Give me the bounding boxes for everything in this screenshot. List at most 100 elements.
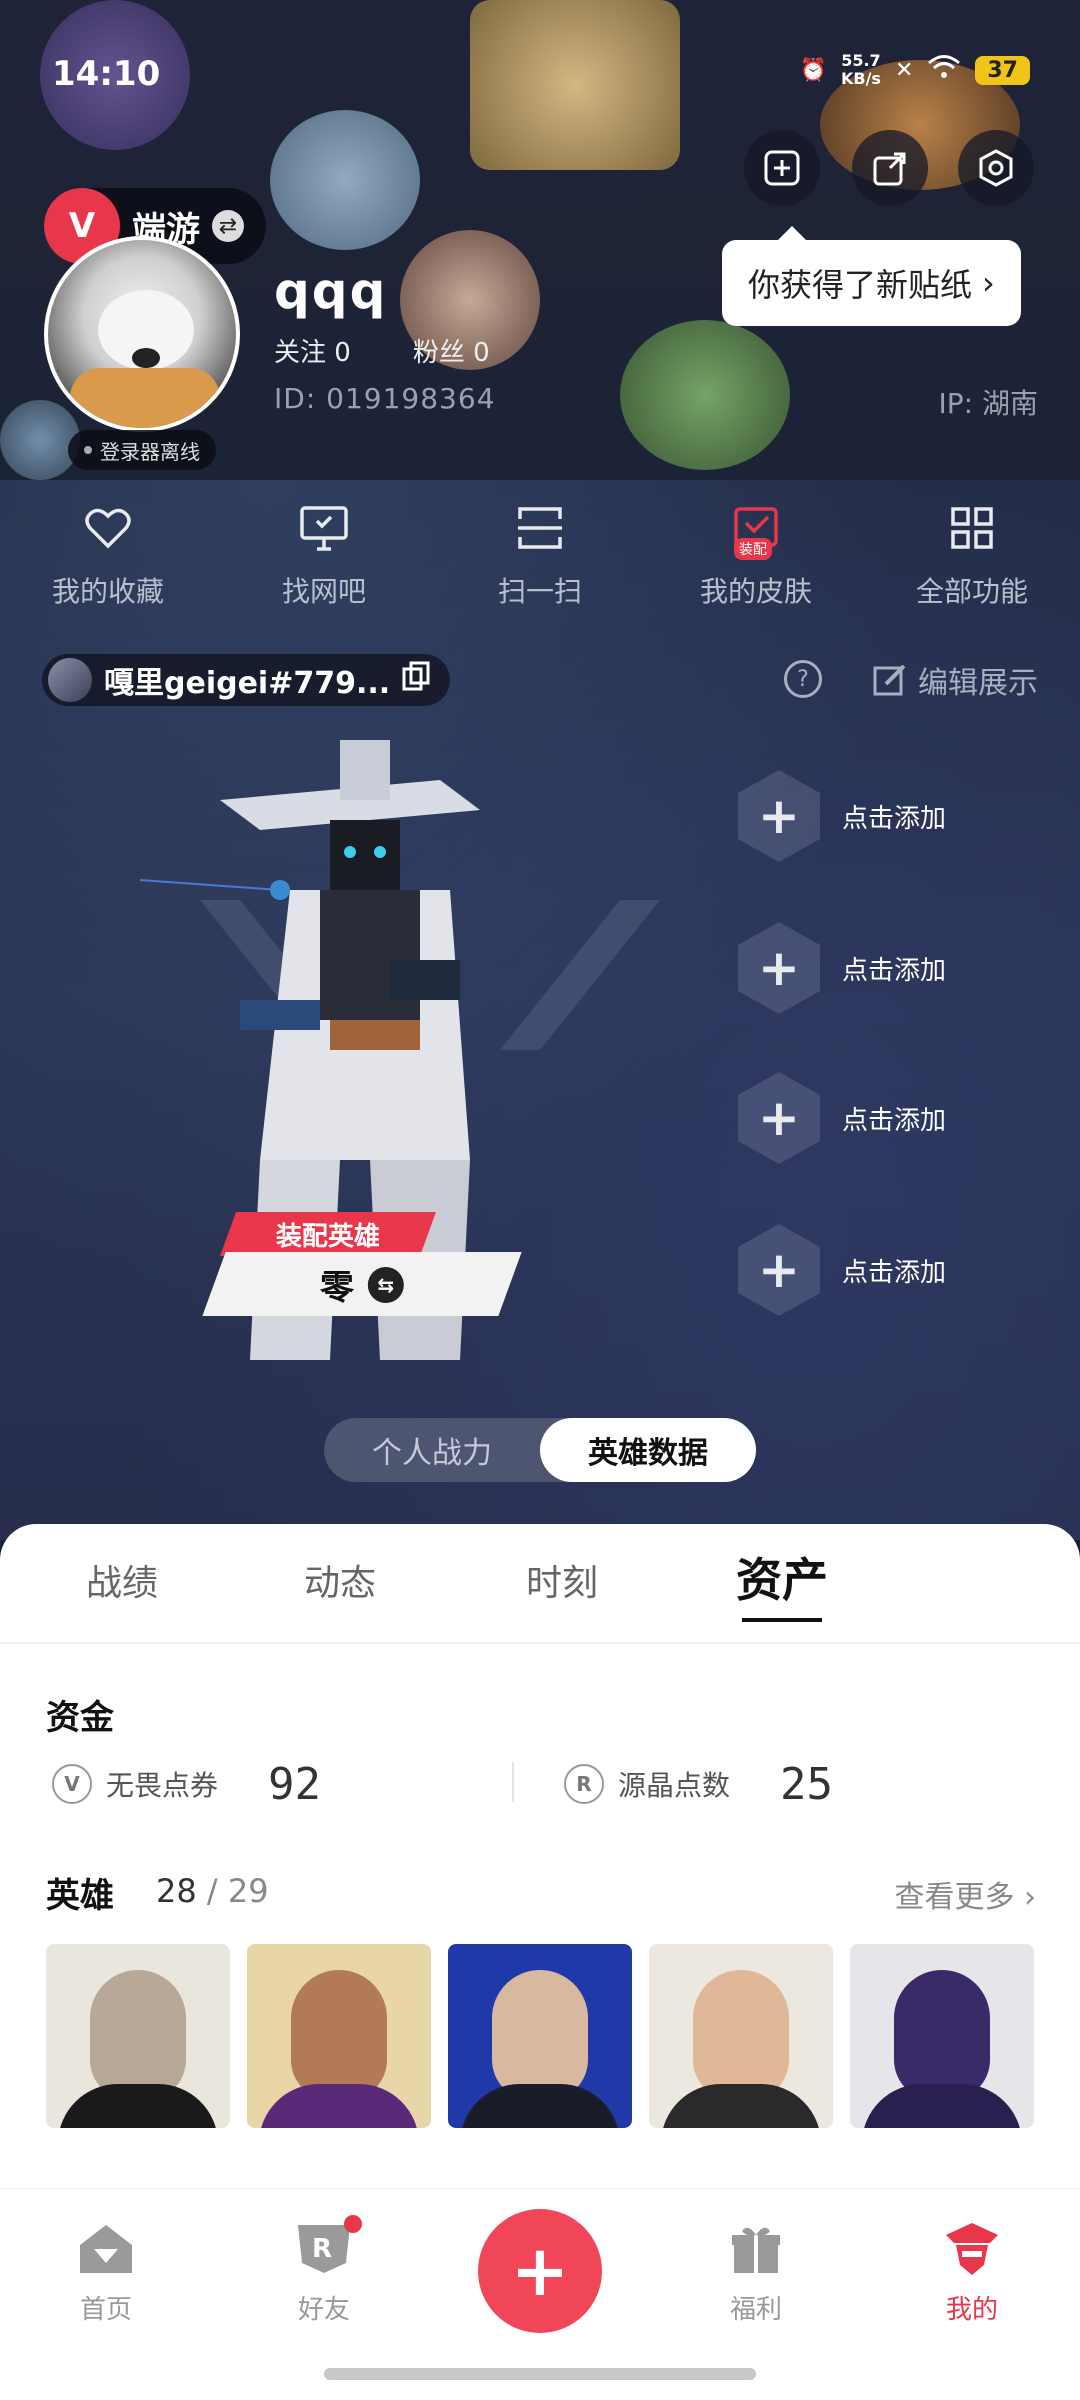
equip-badge: 装配 — [734, 538, 772, 560]
fund-label: 无畏点券 — [106, 1769, 219, 1802]
net-speed-value: 55.7 — [841, 51, 881, 70]
ip-value: 湖南 — [981, 387, 1038, 420]
add-icon: + — [738, 770, 820, 862]
quick-action-find-netcafe[interactable]: 找网吧 — [216, 500, 432, 630]
nav-home[interactable]: 首页 — [46, 2219, 166, 2326]
sticker-edit-button[interactable] — [744, 130, 820, 206]
tab-record[interactable]: 战绩 — [86, 1554, 158, 1606]
add-display-slot[interactable]: + 点击添加 — [738, 1220, 1078, 1320]
nav-label: 首页 — [79, 2295, 132, 2325]
heroes-count: 28 / 29 — [156, 1872, 269, 1910]
fund-divider — [512, 1762, 514, 1802]
toggle-personal-power[interactable]: 个人战力 — [324, 1418, 540, 1482]
fund-radianite-points: R 源晶点数 25 — [564, 1754, 833, 1814]
heroes-total: 29 — [227, 1872, 269, 1910]
quick-action-label: 扫一扫 — [497, 575, 582, 608]
add-icon: + — [738, 1072, 820, 1164]
edit-display-button[interactable]: 编辑展示 — [872, 658, 1038, 702]
hero-card[interactable] — [649, 1944, 833, 2128]
copy-icon[interactable] — [402, 661, 430, 699]
quick-action-all-features[interactable]: 全部功能 — [864, 500, 1080, 630]
heroes-count-separator: / — [206, 1872, 228, 1910]
status-bar: 14:10 ⏰ 55.7 KB/s ✕ 37 — [0, 40, 1080, 100]
hero-card[interactable] — [247, 1944, 431, 2128]
add-display-slot[interactable]: + 点击添加 — [738, 1068, 1078, 1168]
nav-friends[interactable]: R 好友 — [264, 2215, 384, 2326]
scan-icon — [512, 500, 568, 556]
quick-actions: 我的收藏 找网吧 扫一扫 装配 我的皮肤 全部功能 — [0, 500, 1080, 630]
toggle-hero-data[interactable]: 英雄数据 — [540, 1418, 756, 1482]
chevron-right-icon: › — [982, 264, 995, 302]
edit-display-label: 编辑展示 — [918, 666, 1038, 701]
tab-activity[interactable]: 动态 — [304, 1554, 376, 1606]
new-sticker-tooltip[interactable]: 你获得了新贴纸 › — [722, 226, 1021, 326]
see-more-heroes-link[interactable]: 查看更多 › — [894, 1872, 1036, 1916]
battery-indicator: 37 — [975, 55, 1030, 85]
heroes-owned: 28 — [156, 1872, 197, 1910]
svg-text:R: R — [312, 2234, 332, 2264]
hero-card[interactable] — [448, 1944, 632, 2128]
equipped-agent-name: 零 — [320, 1267, 354, 1308]
swap-agent-icon: ⇆ — [368, 1266, 404, 1302]
add-icon: + — [738, 1224, 820, 1316]
add-display-slot[interactable]: + 点击添加 — [738, 918, 1078, 1018]
quick-action-label: 我的皮肤 — [699, 575, 812, 608]
help-icon[interactable]: ? — [784, 660, 822, 698]
quick-action-my-skins[interactable]: 装配 我的皮肤 — [648, 500, 864, 630]
wifi-icon — [927, 54, 961, 86]
kayo-portrait — [894, 1970, 990, 2100]
add-slot-label: 点击添加 — [842, 803, 947, 834]
quick-action-favorites[interactable]: 我的收藏 — [0, 500, 216, 630]
nav-profile[interactable]: 我的 — [912, 2219, 1032, 2326]
fund-value: 92 — [268, 1758, 321, 1810]
hero-card[interactable] — [850, 1944, 1034, 2128]
followers-stat[interactable]: 粉丝 0 — [413, 332, 490, 369]
username: qqq — [274, 262, 388, 320]
active-tab-indicator — [742, 1618, 822, 1622]
riot-id-chip[interactable]: 嘎里geigei#779... — [42, 654, 451, 706]
viper-portrait — [90, 1970, 186, 2100]
login-status-badge: 登录器离线 — [68, 430, 216, 470]
following-stat[interactable]: 关注 0 — [274, 332, 351, 369]
hero-shoulders — [58, 2084, 218, 2128]
followers-label: 粉丝 — [412, 338, 465, 368]
quick-action-label: 找网吧 — [281, 575, 366, 608]
nav-benefits[interactable]: 福利 — [696, 2219, 816, 2326]
edit-icon — [873, 664, 906, 696]
following-label: 关注 — [274, 338, 327, 368]
following-count: 0 — [334, 338, 351, 368]
skin-icon: 装配 — [728, 500, 784, 560]
quick-action-scan[interactable]: 扫一扫 — [432, 500, 648, 630]
home-icon — [76, 2219, 136, 2279]
network-speed: 55.7 KB/s — [841, 52, 881, 88]
settings-button[interactable] — [958, 130, 1034, 206]
net-speed-unit: KB/s — [840, 69, 881, 88]
create-post-button[interactable]: + — [478, 2209, 602, 2333]
ip-label: IP: — [938, 387, 974, 420]
uid-label: ID: — [274, 382, 317, 415]
status-icons: ⏰ 55.7 KB/s ✕ 37 — [800, 52, 1030, 88]
user-id: ID: 019198364 — [274, 382, 496, 415]
followers-count: 0 — [473, 338, 490, 368]
fund-label: 源晶点数 — [618, 1769, 731, 1802]
settings-icon — [979, 149, 1013, 187]
equipped-agent-tag: 装配英雄 — [219, 1212, 437, 1256]
equipped-agent-name-box[interactable]: 零 ⇆ — [202, 1252, 522, 1316]
avatar-nose — [132, 348, 160, 368]
fund-valorant-points: V 无畏点券 92 — [52, 1754, 321, 1814]
sticker-icon — [764, 150, 800, 186]
valorant-points-icon: V — [52, 1764, 92, 1804]
avatar[interactable] — [44, 236, 240, 432]
quick-action-label: 我的收藏 — [51, 575, 164, 608]
uid-value: 019198364 — [326, 382, 496, 415]
hero-shoulders — [259, 2084, 419, 2128]
share-button[interactable] — [852, 130, 928, 206]
tab-moments[interactable]: 时刻 — [526, 1554, 598, 1606]
player-mini-avatar — [48, 658, 92, 702]
sticker-decoration — [0, 400, 80, 480]
iso-portrait — [291, 1970, 387, 2100]
hero-card[interactable] — [46, 1944, 230, 2128]
add-display-slot[interactable]: + 点击添加 — [738, 766, 1078, 866]
ip-location: IP: 湖南 — [939, 382, 1039, 422]
tab-assets[interactable]: 资产 — [736, 1544, 828, 1610]
